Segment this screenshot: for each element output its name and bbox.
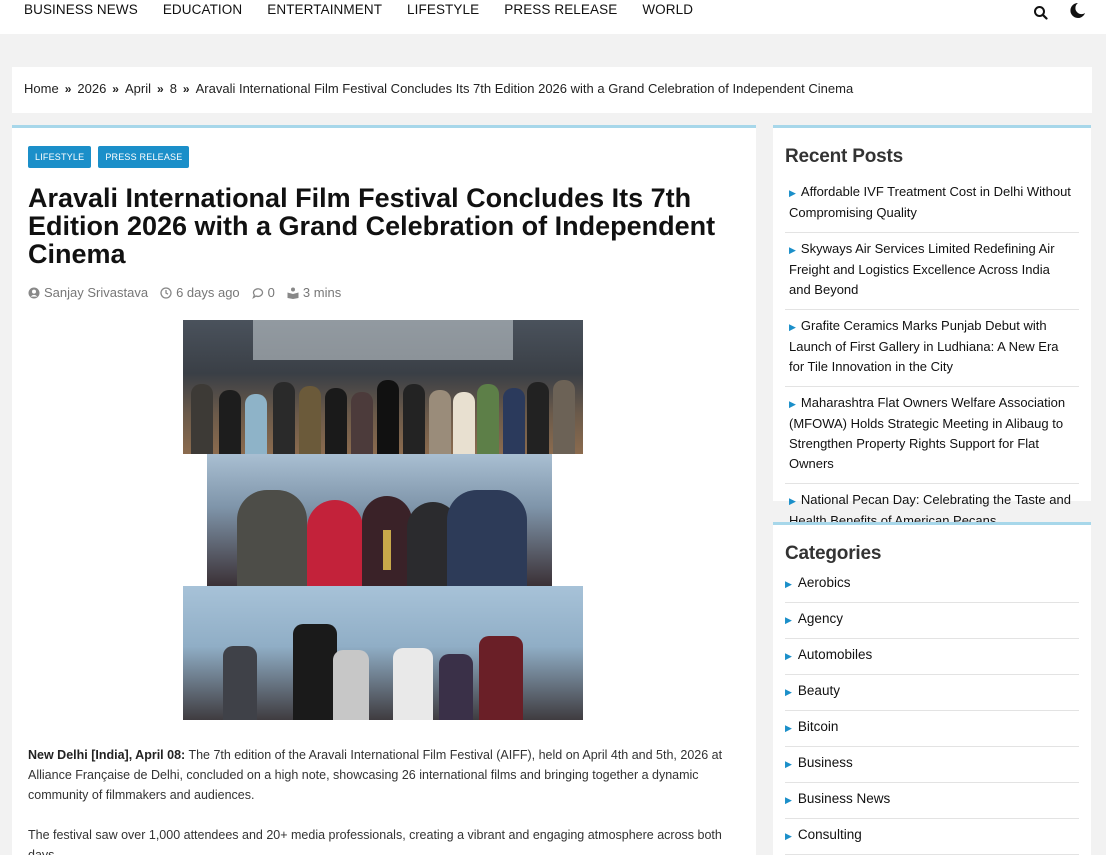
reading-icon	[287, 287, 299, 299]
recent-post-item[interactable]: ▶ Affordable IVF Treatment Cost in Delhi …	[785, 176, 1079, 233]
recent-post-item[interactable]: ▶ Grafite Ceramics Marks Punjab Debut wit…	[785, 310, 1079, 387]
category-item[interactable]: ▶ Aerobics	[785, 567, 1079, 603]
comments-meta[interactable]: 0	[251, 285, 275, 300]
nav-education[interactable]: EDUCATION	[163, 2, 242, 17]
tag-press-release[interactable]: PRESS RELEASE	[98, 146, 190, 168]
breadcrumb-home[interactable]: Home	[24, 81, 59, 96]
main-menu: BUSINESS NEWS EDUCATION ENTERTAINMENT LI…	[24, 2, 718, 17]
dark-mode-icon[interactable]	[1068, 2, 1086, 20]
nav-entertainment[interactable]: ENTERTAINMENT	[267, 2, 382, 17]
chevron-right-icon: ▶	[785, 651, 792, 661]
read-time-meta: 3 mins	[287, 285, 341, 300]
date-meta: 6 days ago	[160, 285, 240, 300]
article-title: Aravali International Film Festival Conc…	[28, 183, 716, 269]
chevron-right-icon: ▶	[785, 795, 792, 805]
chevron-right-icon: ▶	[785, 723, 792, 733]
photo-winner-speech	[183, 586, 583, 720]
chevron-right-icon: ▶	[785, 579, 792, 589]
article-paragraph-2: The festival saw over 1,000 attendees an…	[28, 828, 722, 855]
article-paragraph-1: New Delhi [India], April 08: The 7th edi…	[28, 745, 740, 805]
category-item[interactable]: ▶ Business News	[785, 783, 1079, 819]
comment-icon	[251, 287, 263, 299]
photo-group-stage	[183, 320, 583, 454]
category-item[interactable]: ▶ Business	[785, 747, 1079, 783]
breadcrumb-month[interactable]: April	[125, 81, 151, 96]
breadcrumb-separator: »	[182, 82, 190, 96]
category-link[interactable]: Aerobics	[798, 575, 851, 590]
categories-heading: Categories	[785, 543, 882, 564]
recent-posts-heading: Recent Posts	[785, 146, 903, 167]
category-item[interactable]: ▶ Bitcoin	[785, 711, 1079, 747]
recent-post-link[interactable]: Maharashtra Flat Owners Welfare Associat…	[789, 395, 1065, 471]
breadcrumb-day[interactable]: 8	[170, 81, 177, 96]
article-tags: LIFESTYLE PRESS RELEASE	[28, 146, 190, 168]
chevron-right-icon: ▶	[789, 322, 796, 332]
recent-posts-widget: Recent Posts ▶ Affordable IVF Treatment C…	[773, 125, 1091, 528]
read-time: 3 mins	[302, 285, 342, 300]
nav-business-news[interactable]: BUSINESS NEWS	[24, 2, 138, 17]
chevron-right-icon: ▶	[785, 831, 792, 841]
nav-lifestyle[interactable]: LIFESTYLE	[407, 2, 479, 17]
photo-award-presentation	[207, 454, 552, 586]
featured-image	[183, 320, 583, 720]
breadcrumb-year[interactable]: 2026	[77, 81, 106, 96]
article-card: LIFESTYLE PRESS RELEASE Aravali Internat…	[12, 125, 756, 855]
chevron-right-icon: ▶	[789, 245, 796, 255]
category-link[interactable]: Bitcoin	[798, 719, 839, 734]
category-link[interactable]: Agency	[798, 611, 843, 626]
recent-post-item[interactable]: ▶ Skyways Air Services Limited Redefining…	[785, 233, 1079, 310]
search-icon[interactable]	[1032, 2, 1050, 20]
dateline: New Delhi [India], April 08:	[28, 748, 186, 762]
author-name: Sanjay Srivastava	[44, 285, 149, 300]
clock-icon	[160, 286, 172, 299]
categories-widget: Categories ▶ Aerobics ▶ Agency ▶ Automobile…	[773, 522, 1091, 855]
recent-post-link[interactable]: Grafite Ceramics Marks Punjab Debut with…	[789, 318, 1059, 374]
recent-post-link[interactable]: Skyways Air Services Limited Redefining …	[789, 241, 1055, 297]
top-navigation: BUSINESS NEWS EDUCATION ENTERTAINMENT LI…	[0, 0, 1106, 34]
author-meta[interactable]: Sanjay Srivastava	[28, 285, 148, 300]
category-item[interactable]: ▶ Beauty	[785, 675, 1079, 711]
category-link[interactable]: Consulting	[798, 827, 862, 842]
comment-count: 0	[267, 285, 275, 300]
breadcrumb: Home » 2026 » April » 8 » Aravali International …	[12, 67, 1092, 113]
breadcrumb-separator: »	[112, 82, 119, 96]
chevron-right-icon: ▶	[785, 687, 792, 697]
post-date: 6 days ago	[176, 285, 240, 300]
header-icons	[1032, 2, 1086, 20]
recent-post-link[interactable]: Affordable IVF Treatment Cost in Delhi W…	[789, 184, 1071, 220]
breadcrumb-separator: »	[157, 82, 164, 96]
nav-world[interactable]: WORLD	[642, 2, 693, 17]
category-link[interactable]: Business News	[798, 791, 890, 806]
breadcrumb-current: Aravali International Film Festival Conc…	[195, 81, 854, 96]
article-meta: Sanjay Srivastava 6 days ago 0 3 mins	[28, 285, 341, 300]
category-item[interactable]: ▶ Agency	[785, 603, 1079, 639]
category-item[interactable]: ▶ Consulting	[785, 819, 1079, 855]
chevron-right-icon: ▶	[789, 188, 796, 198]
chevron-right-icon: ▶	[789, 496, 796, 506]
chevron-right-icon: ▶	[785, 615, 792, 625]
chevron-right-icon: ▶	[789, 399, 796, 409]
breadcrumb-separator: »	[64, 82, 72, 96]
user-icon	[28, 287, 40, 298]
category-link[interactable]: Beauty	[798, 683, 840, 698]
nav-press-release[interactable]: PRESS RELEASE	[504, 2, 617, 17]
chevron-right-icon: ▶	[785, 759, 792, 769]
tag-lifestyle[interactable]: LIFESTYLE	[28, 146, 92, 168]
recent-post-item[interactable]: ▶ Maharashtra Flat Owners Welfare Associa…	[785, 387, 1079, 484]
category-item[interactable]: ▶ Automobiles	[785, 639, 1079, 675]
category-link[interactable]: Automobiles	[798, 647, 872, 662]
category-link[interactable]: Business	[798, 755, 853, 770]
